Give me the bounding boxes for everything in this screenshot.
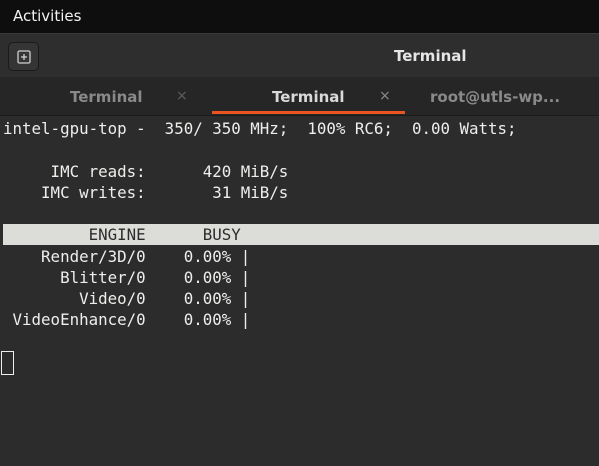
engine-row: Video/0 0.00% | — [3, 289, 251, 308]
terminal-cursor — [1, 351, 14, 375]
new-tab-button[interactable] — [8, 42, 39, 71]
tab-root-utls[interactable]: root@utls-wp... — [406, 77, 599, 116]
tab-terminal-1[interactable]: Terminal × — [0, 77, 210, 116]
tab-label: Terminal — [70, 88, 143, 106]
tab-close-icon[interactable]: × — [176, 86, 188, 106]
window-title: Terminal — [394, 47, 467, 65]
engine-row: Blitter/0 0.00% | — [3, 268, 251, 287]
tab-label: Terminal — [272, 88, 345, 106]
engine-row: Render/3D/0 0.00% | — [3, 247, 251, 266]
tab-close-icon[interactable]: × — [379, 86, 391, 106]
terminal-output[interactable]: intel-gpu-top - 350/ 350 MHz; 100% RC6; … — [0, 116, 599, 466]
window-header-bar: Terminal — [0, 33, 599, 77]
active-tab-indicator — [212, 111, 405, 114]
tab-label: root@utls-wp... — [430, 88, 561, 106]
engine-row: VideoEnhance/0 0.00% | — [3, 310, 251, 329]
engine-header-text: ENGINE BUSY — [3, 225, 241, 244]
imc-reads-line: IMC reads: 420 MiB/s — [3, 162, 289, 181]
imc-writes-line: IMC writes: 31 MiB/s — [3, 183, 289, 202]
status-line: intel-gpu-top - 350/ 350 MHz; 100% RC6; … — [3, 119, 517, 138]
gnome-top-bar: Activities — [0, 0, 599, 33]
activities-button[interactable]: Activities — [13, 6, 81, 26]
engine-table-header: ENGINE BUSY — [3, 224, 599, 245]
new-tab-icon — [17, 50, 31, 64]
